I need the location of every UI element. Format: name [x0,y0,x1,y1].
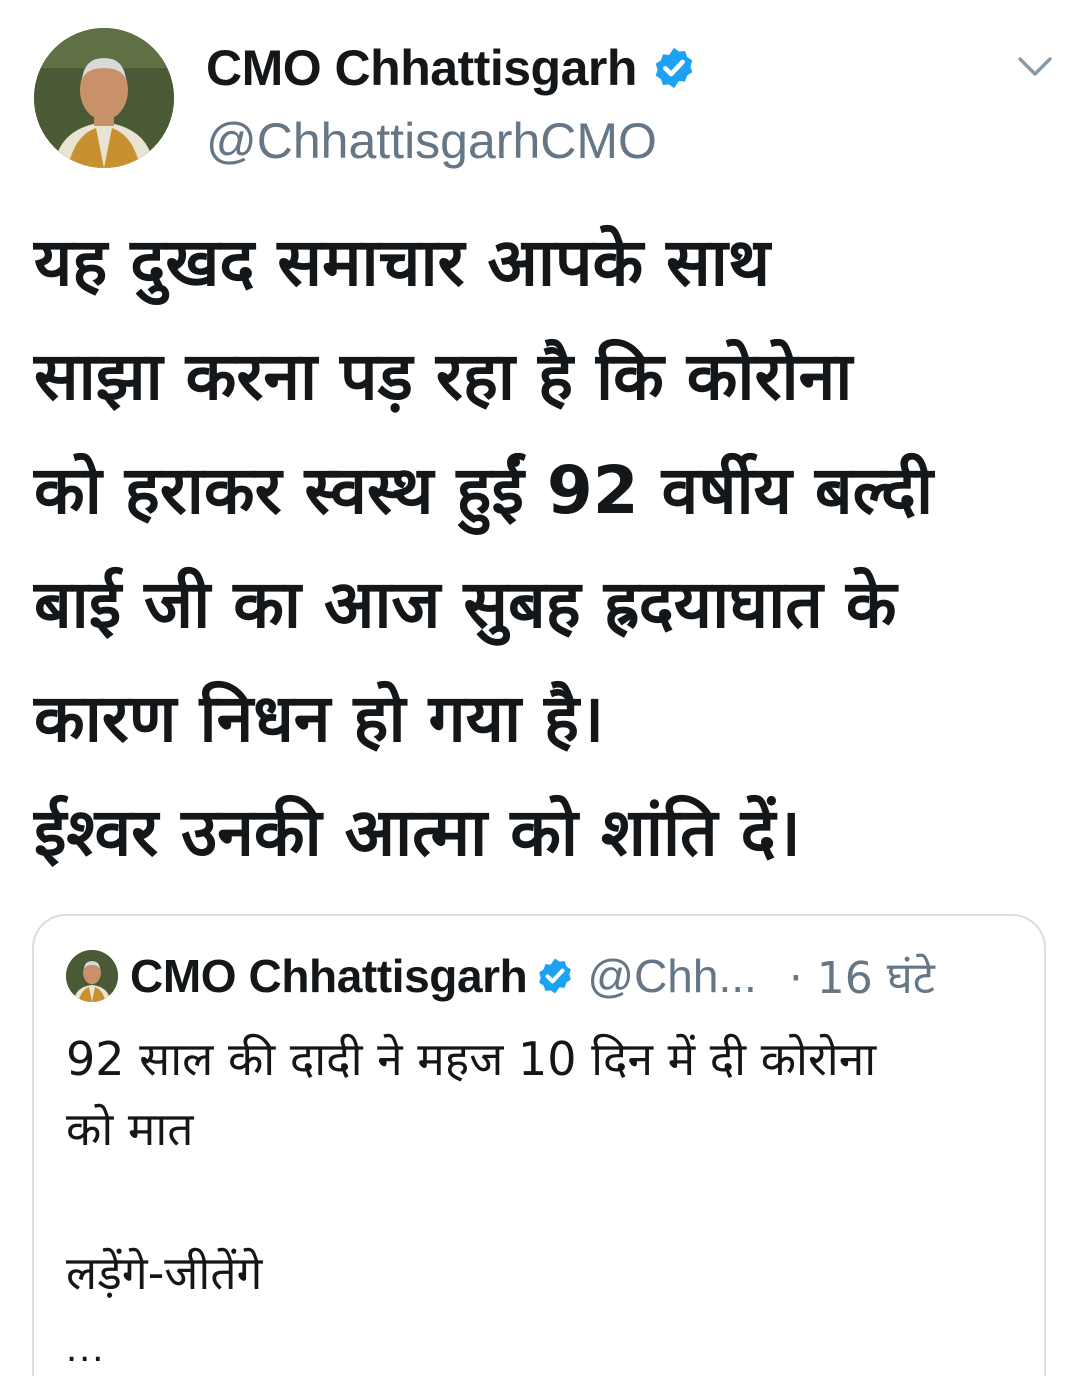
quoted-tweet-header: CMO Chhattisgarh @Chh... · 16 घंटे [130,946,935,1006]
person-portrait-icon [34,28,174,168]
quoted-author-avatar [66,950,118,1002]
tweet-text-line: को हराकर स्वस्थ हुईं 92 वर्षीय बल्दी [34,452,934,529]
person-portrait-icon [66,950,118,1002]
tweet-text-line: यह दुखद समाचार आपके साथ [34,224,771,301]
tweet-text-line: ईश्वर उनकी आत्मा को शांति दें। [34,794,801,871]
author-name-row: CMO Chhattisgarh [206,38,697,98]
author-handle[interactable]: @ChhattisgarhCMO [206,112,657,170]
tweet-text: यह दुखद समाचार आपके साथ साझा करना पड़ रह… [34,206,1054,890]
tweet-text-line: बाई जी का आज सुबह ह्रदयाघात के [34,566,897,643]
quoted-tweet-time: · 16 घंटे [788,953,935,1004]
quoted-author-handle: @Chh... [587,950,757,1002]
verified-badge-icon [539,958,572,994]
tweet-text-line: साझा करना पड़ रहा है कि कोरोना [34,338,853,415]
quoted-tweet-more-ellipsis: ... [66,1326,106,1370]
quoted-tweet-tagline: लड़ेंगे-जीतेंगे [66,1246,263,1300]
chevron-down-icon[interactable] [1016,54,1054,80]
author-avatar[interactable] [34,28,174,168]
verified-badge-icon [655,47,693,89]
author-display-name[interactable]: CMO Chhattisgarh [206,39,637,97]
tweet-text-line: कारण निधन हो गया है। [34,680,605,757]
quoted-tweet-card[interactable]: CMO Chhattisgarh @Chh... · 16 घंटे 92 सा… [32,914,1046,1376]
quoted-tweet-text: 92 साल की दादी ने महज 10 दिन में दी कोरो… [66,1024,1026,1164]
quoted-text-line: 92 साल की दादी ने महज 10 दिन में दी कोरो… [66,1032,877,1086]
quoted-text-line: को मात [66,1102,194,1156]
tweet: CMO Chhattisgarh @ChhattisgarhCMO यह दुख… [0,0,1080,1376]
quoted-author-name: CMO Chhattisgarh [130,950,528,1002]
